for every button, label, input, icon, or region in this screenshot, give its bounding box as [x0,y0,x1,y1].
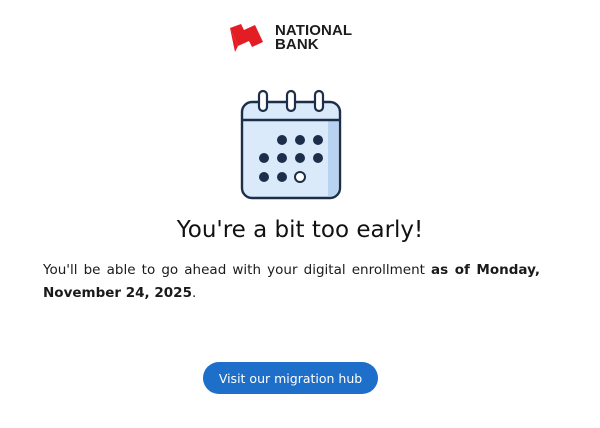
national-bank-logo: NATIONAL BANK [227,22,352,54]
enrollment-message: You'll be able to go ahead with your dig… [43,259,540,305]
early-enrollment-page: NATIONAL BANK You're a bit too early! Yo… [0,0,600,428]
visit-migration-hub-button[interactable]: Visit our migration hub [203,362,378,394]
logo-wordmark: NATIONAL BANK [275,23,352,53]
page-title: You're a bit too early! [176,217,424,243]
calendar-icon [240,89,342,200]
message-suffix: . [191,285,197,301]
national-bank-flag-logo-icon [230,24,263,52]
calendar-illustration [240,88,342,200]
message-prefix: You'll be able to go ahead with your dig… [43,262,432,278]
logo-wordmark-line2: BANK [275,36,319,53]
